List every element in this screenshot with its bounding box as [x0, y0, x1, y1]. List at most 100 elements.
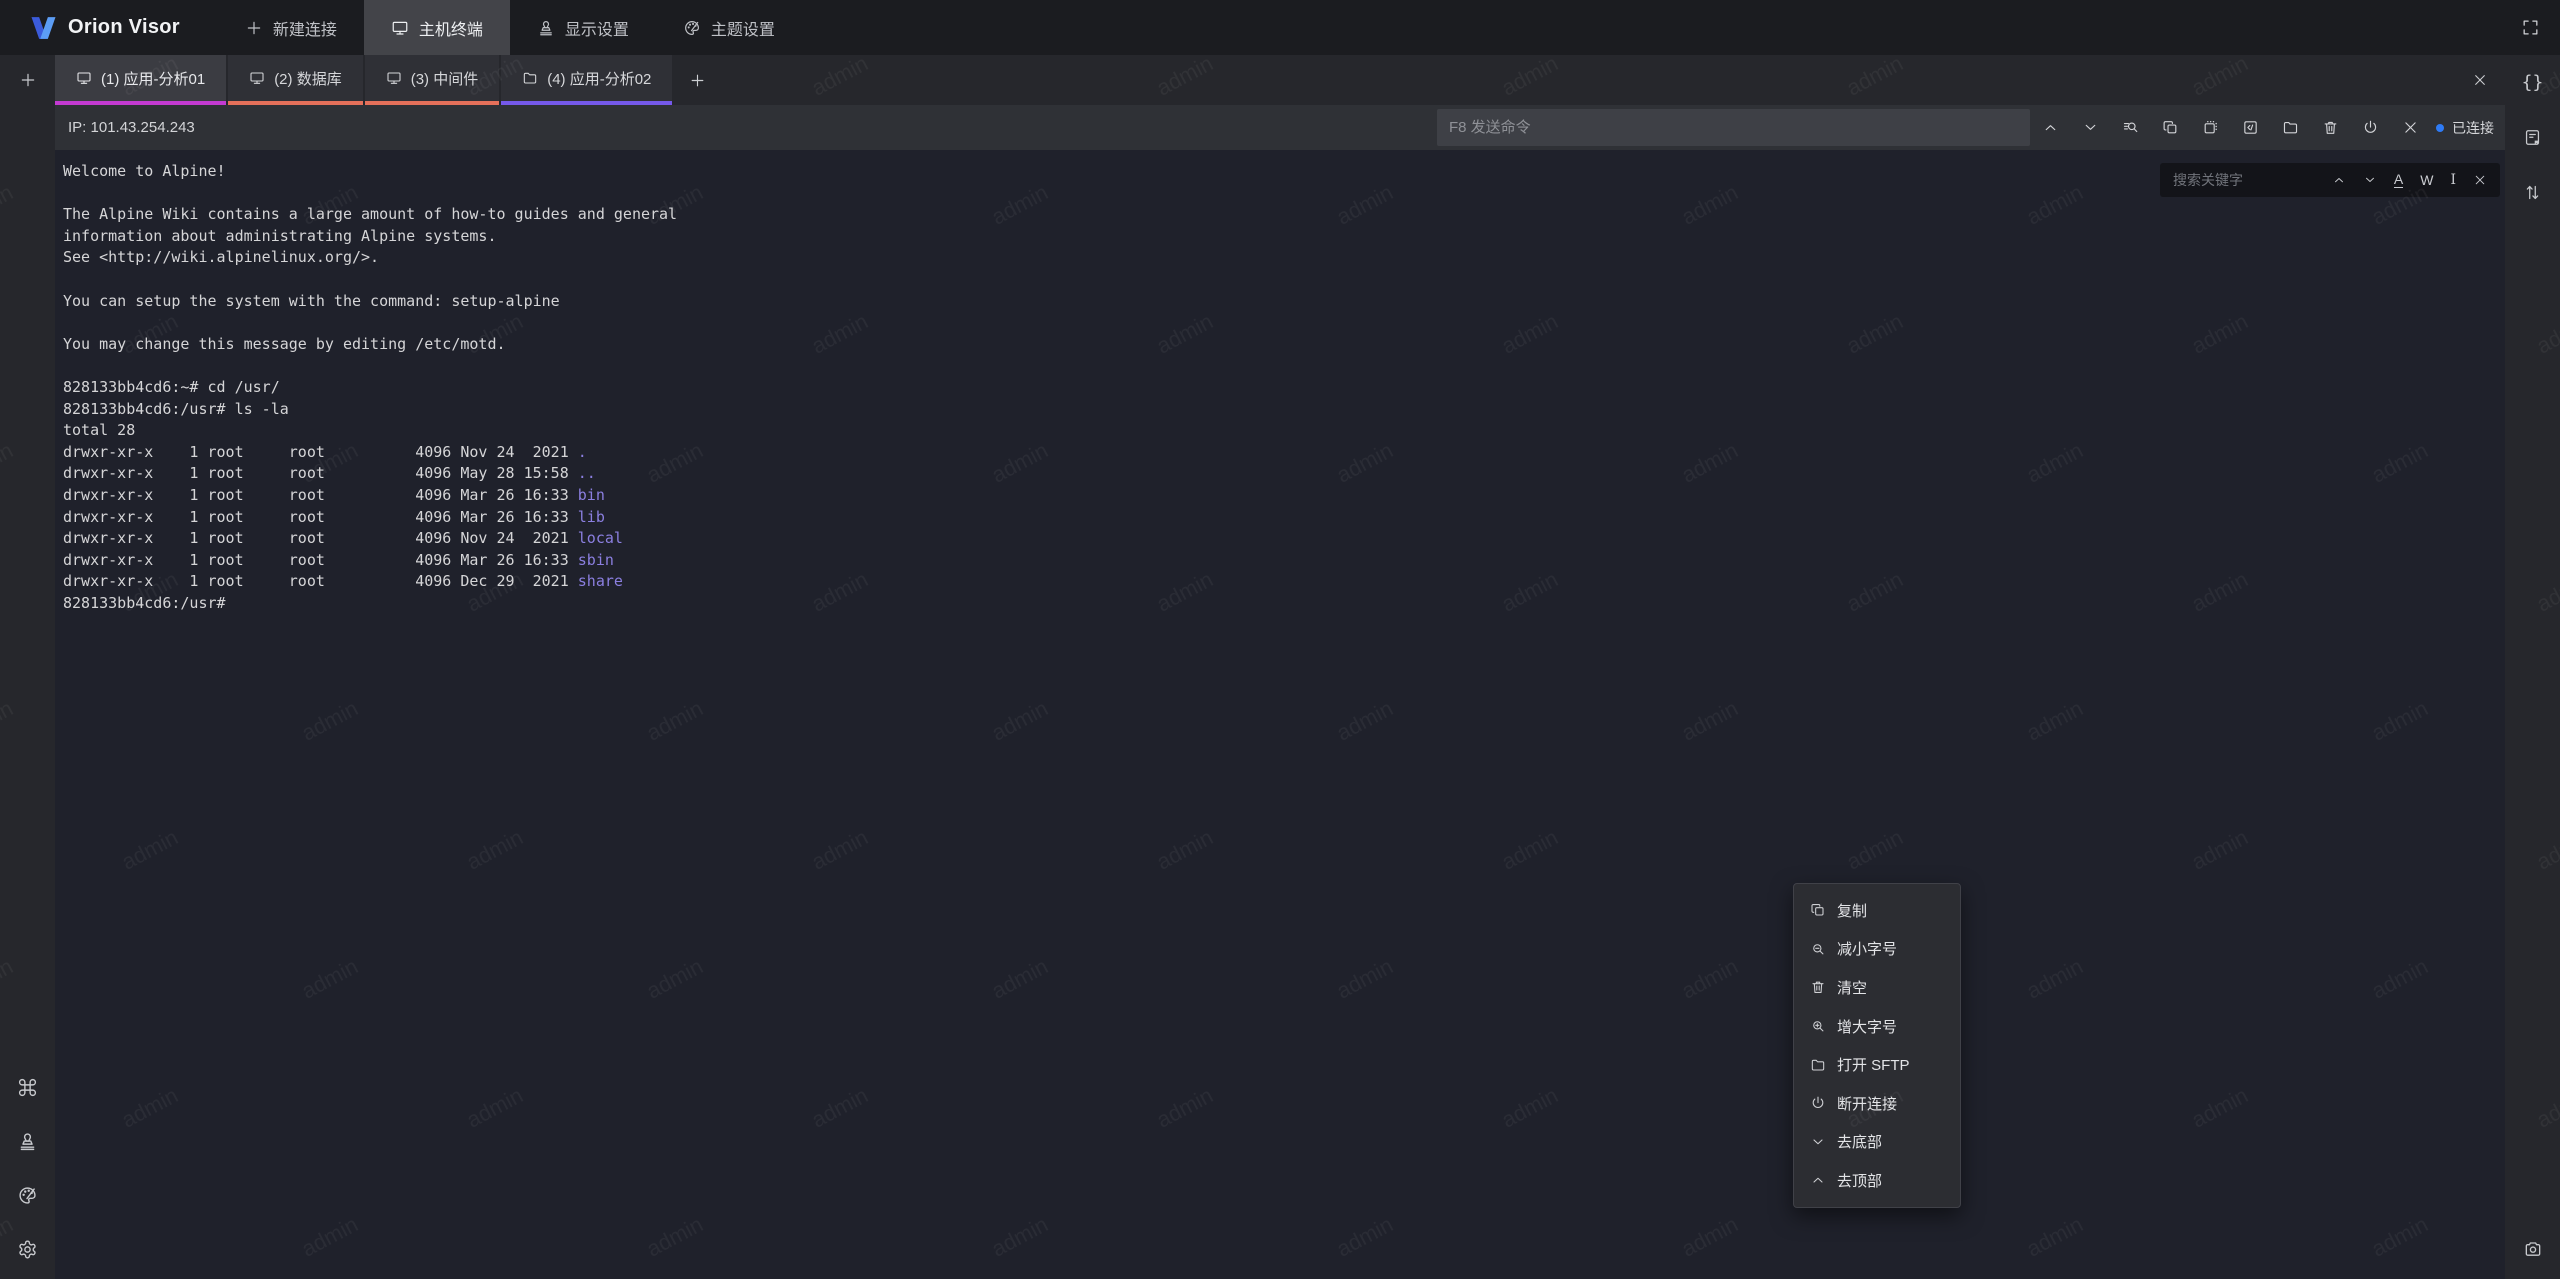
brand[interactable]: Orion Visor: [0, 16, 180, 40]
terminal-line: drwxr-xr-x 1 root root 4096 Mar 26 16:33…: [63, 485, 2505, 507]
terminal-line: [63, 269, 2505, 291]
nav-item-new-connection[interactable]: 新建连接: [218, 0, 364, 55]
menu-item-clear[interactable]: 清空: [1794, 968, 1960, 1007]
stamp-icon: [17, 1131, 38, 1152]
terminal-line: You can setup the system with the comman…: [63, 291, 2505, 313]
palette-icon: [17, 1185, 38, 1206]
terminal-tab-2[interactable]: (2) 数据库: [228, 55, 363, 105]
terminal-line: 828133bb4cd6:/usr#: [63, 593, 2505, 615]
terminal-line: drwxr-xr-x 1 root root 4096 Dec 29 2021 …: [63, 571, 2505, 593]
nav-item-host-terminal[interactable]: 主机终端: [364, 0, 510, 55]
terminal-line: Welcome to Alpine!: [63, 161, 2505, 183]
tab-label: (3) 中间件: [411, 68, 479, 89]
orion-visor-logo-icon: [30, 16, 57, 40]
scroll-to-top-button[interactable]: [2030, 105, 2070, 150]
terminal-search-panel: AWI: [2160, 163, 2500, 197]
palette-icon: [683, 19, 701, 37]
find-prev-button[interactable]: [2332, 173, 2346, 187]
monitor-icon: [249, 70, 265, 86]
swap-icon: [2523, 183, 2542, 202]
left-sidebar-bottom: [0, 1067, 55, 1279]
trash-icon: [2322, 119, 2339, 136]
nav-item-display-settings[interactable]: 显示设置: [510, 0, 656, 55]
menu-item-label: 断开连接: [1837, 1093, 1897, 1114]
chevron-up-icon: [1810, 1172, 1826, 1188]
find-next-button[interactable]: [2363, 173, 2377, 187]
match-case-button[interactable]: A: [2394, 172, 2403, 188]
monitor-icon: [386, 70, 402, 86]
shell: (1) 应用-分析01(2) 数据库 (3) 中间件 (4) 应用-分析02 IP:…: [0, 55, 2560, 1279]
terminal-output: Welcome to Alpine! The Alpine Wiki conta…: [55, 150, 2505, 614]
terminal-line: 828133bb4cd6:/usr# ls -la: [63, 399, 2505, 421]
copy-icon: [2162, 119, 2179, 136]
terminal-tab-3[interactable]: (3) 中间件: [365, 55, 500, 105]
command-snippet-button[interactable]: [2230, 105, 2270, 150]
terminal-line: [63, 183, 2505, 205]
terminal-line: [63, 355, 2505, 377]
disconnect-button[interactable]: [2350, 105, 2390, 150]
status-label: 已连接: [2452, 118, 2494, 138]
sidebar-variables-button[interactable]: {}: [2505, 55, 2560, 110]
host-ip-label[interactable]: IP: 101.43.254.243: [55, 119, 1437, 136]
menu-item-disconnect[interactable]: 断开连接: [1794, 1084, 1960, 1123]
add-tab-button[interactable]: [674, 55, 720, 105]
left-sidebar: [0, 55, 55, 1279]
chevron-up-icon: [2042, 119, 2059, 136]
menu-item-label: 打开 SFTP: [1837, 1054, 1910, 1075]
paste-button[interactable]: [2190, 105, 2230, 150]
trash-icon: [1810, 979, 1826, 995]
send-command-input[interactable]: [1437, 109, 2030, 146]
zoom-in-icon: [1810, 1018, 1826, 1034]
menu-item-label: 清空: [1837, 977, 1867, 998]
left-sidebar-top: [0, 55, 55, 105]
close-icon: [2473, 173, 2487, 187]
copy-button[interactable]: [2150, 105, 2190, 150]
scroll-to-bottom-button[interactable]: [2070, 105, 2110, 150]
power-icon: [2362, 119, 2379, 136]
sidebar-screenshot-button[interactable]: [2505, 1229, 2560, 1269]
menu-item-font-decrease[interactable]: 减小字号: [1794, 930, 1960, 969]
directory-name: ..: [578, 464, 596, 482]
sidebar-settings-button[interactable]: [0, 1229, 55, 1269]
clear-button[interactable]: [2310, 105, 2350, 150]
sidebar-command-snippets-button[interactable]: [0, 1067, 55, 1107]
close-search-button[interactable]: [2473, 173, 2487, 187]
sidebar-theme-settings-button[interactable]: [0, 1175, 55, 1215]
whole-word-button[interactable]: W: [2420, 173, 2433, 187]
sidebar-display-settings-button[interactable]: [0, 1121, 55, 1161]
main-column: (1) 应用-分析01(2) 数据库 (3) 中间件 (4) 应用-分析02 IP:…: [55, 55, 2505, 1279]
nav-item-theme-settings[interactable]: 主题设置: [656, 0, 802, 55]
menu-item-copy[interactable]: 复制: [1794, 891, 1960, 930]
terminal-area[interactable]: Welcome to Alpine! The Alpine Wiki conta…: [55, 150, 2505, 1279]
sidebar-new-tab-button[interactable]: [0, 55, 55, 105]
fullscreen-button[interactable]: [2521, 18, 2540, 37]
menu-item-to-top[interactable]: 去顶部: [1794, 1161, 1960, 1200]
menu-item-font-increase[interactable]: 增大字号: [1794, 1007, 1960, 1046]
open-sftp-button[interactable]: [2270, 105, 2310, 150]
app-root: Orion Visor 新建连接主机终端 显示设置 主题设置 (1) 应用-分析01…: [0, 0, 2560, 1279]
menu-item-open-sftp[interactable]: 打开 SFTP: [1794, 1045, 1960, 1084]
terminal-line: drwxr-xr-x 1 root root 4096 May 28 15:58…: [63, 463, 2505, 485]
search-lines-icon: [2122, 119, 2139, 136]
terminal-line: The Alpine Wiki contains a large amount …: [63, 204, 2505, 226]
search-keyword-input[interactable]: [2173, 172, 2332, 188]
close-button[interactable]: [2390, 105, 2430, 150]
sidebar-transfer-list-button[interactable]: [2505, 165, 2560, 220]
terminal-line: information about administrating Alpine …: [63, 226, 2505, 248]
sidebar-doc-bookmark-button[interactable]: [2505, 110, 2560, 165]
terminal-context-menu: 复制减小字号清空增大字号打开 SFTP 断开连接去底部去顶部: [1793, 883, 1961, 1208]
directory-name: lib: [578, 508, 605, 526]
connection-status: 已连接: [2436, 118, 2494, 138]
terminal-tab-4[interactable]: (4) 应用-分析02: [501, 55, 672, 105]
search-button[interactable]: [2110, 105, 2150, 150]
regex-button[interactable]: I: [2450, 173, 2456, 187]
terminal-tab-1[interactable]: (1) 应用-分析01: [55, 55, 226, 105]
toolbar-actions: [2030, 105, 2430, 150]
nav-item-label: 显示设置: [565, 16, 629, 40]
search-buttons: AWI: [2332, 172, 2487, 188]
terminal-line: total 28: [63, 420, 2505, 442]
menu-item-to-bottom[interactable]: 去底部: [1794, 1123, 1960, 1162]
close-all-tabs-button[interactable]: [2455, 55, 2505, 105]
terminal-line: See <http://wiki.alpinelinux.org/>.: [63, 247, 2505, 269]
top-navbar: Orion Visor 新建连接主机终端 显示设置 主题设置: [0, 0, 2560, 55]
